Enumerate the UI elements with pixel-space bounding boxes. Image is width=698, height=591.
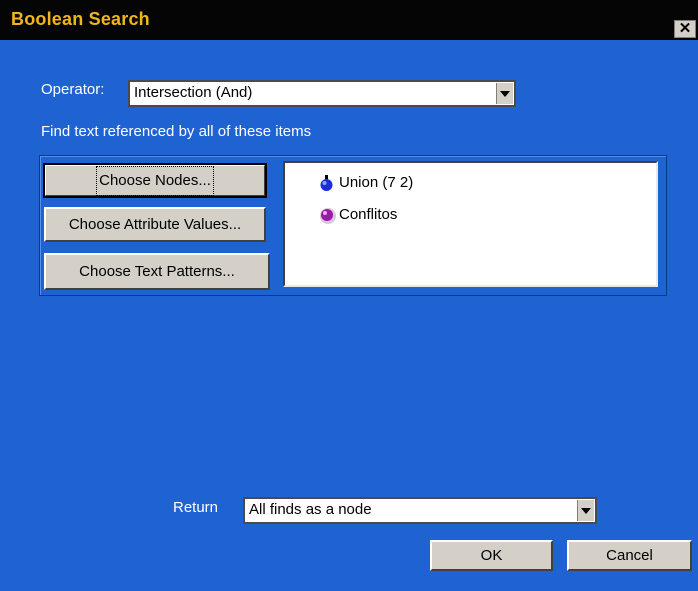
operator-select[interactable]: Intersection (And) [128, 80, 516, 107]
cancel-button[interactable]: Cancel [567, 540, 692, 571]
operator-dropdown-button[interactable] [496, 83, 513, 104]
choose-attribute-values-button[interactable]: Choose Attribute Values... [44, 207, 266, 242]
purple-node-icon [320, 208, 336, 224]
title-bar: Boolean Search ✕ [0, 0, 698, 40]
operator-label: Operator: [41, 81, 105, 98]
instruction-text: Find text referenced by all of these ite… [41, 123, 312, 140]
chevron-down-icon [500, 91, 510, 97]
ok-label: OK [480, 547, 503, 564]
choose-nodes-button[interactable]: Choose Nodes... [43, 163, 267, 198]
blue-node-icon [320, 175, 333, 191]
return-dropdown-button[interactable] [577, 500, 594, 521]
choose-text-patterns-label: Choose Text Patterns... [79, 263, 235, 280]
choose-nodes-label: Choose Nodes... [96, 166, 214, 196]
operator-value: Intersection (And) [134, 84, 253, 101]
cancel-label: Cancel [606, 547, 653, 564]
dialog-title: Boolean Search [11, 9, 150, 29]
list-item-label: Union (7 2) [339, 174, 414, 191]
choose-attribute-values-label: Choose Attribute Values... [68, 216, 242, 233]
return-select[interactable]: All finds as a node [243, 497, 597, 524]
chevron-down-icon [581, 508, 591, 514]
return-value: All finds as a node [249, 501, 372, 518]
close-button[interactable]: ✕ [674, 20, 696, 38]
selected-items-list[interactable]: Union (7 2) Conflitos [283, 161, 658, 287]
boolean-search-dialog: Boolean Search ✕ Operator: Intersection … [0, 0, 698, 591]
choose-text-patterns-button[interactable]: Choose Text Patterns... [44, 253, 270, 290]
list-item-label: Conflitos [339, 206, 398, 223]
return-label: Return [173, 499, 219, 516]
ok-button[interactable]: OK [430, 540, 553, 571]
close-icon: ✕ [678, 20, 692, 37]
